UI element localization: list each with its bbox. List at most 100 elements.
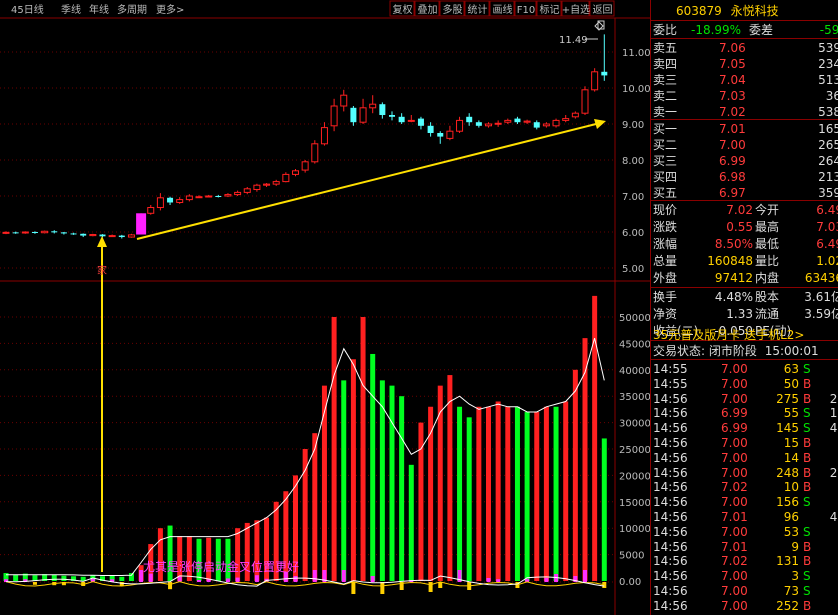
tick-row[interactable]: 14:567.0014B3 (651, 450, 838, 466)
ask-row[interactable]: 卖五 7.06 539 (651, 40, 838, 56)
volume-bar (495, 401, 501, 581)
candle (407, 115, 415, 123)
tick-row[interactable]: 14:567.0015B3 (651, 435, 838, 451)
toolbar-item[interactable]: 年线 (89, 3, 109, 16)
tick-time: 14:56 (653, 421, 688, 436)
bid-price: 7.01 (719, 122, 746, 136)
trend-arrow-line (136, 122, 601, 240)
ask-price: 7.02 (719, 105, 746, 119)
quote-value: 6.49 (816, 237, 838, 251)
tick-row[interactable]: 14:56 7.00 275 B 27 (651, 391, 838, 407)
candle (253, 183, 261, 192)
volume-bar (360, 317, 366, 581)
toolbar-button[interactable]: 返回 (593, 4, 613, 16)
candle-body (253, 184, 261, 191)
candle-body (514, 118, 521, 123)
bid-volume: 165 (818, 122, 838, 136)
quote-row: 涨跌 0.55最高 7.03 (651, 219, 838, 235)
tick-time: 14:56 (653, 539, 688, 554)
tick-row[interactable]: 14:557.0050B1 (651, 376, 838, 392)
osc-bar (341, 570, 346, 582)
bid-row[interactable]: 买一 7.01 165 (651, 121, 838, 137)
tick-row[interactable]: 14:567.00156S8 (651, 494, 838, 510)
tick-row[interactable]: 14:557.0063S9 (651, 361, 838, 377)
tick-time: 14:56 (653, 391, 688, 406)
toolbar-button[interactable]: +自选 (562, 3, 590, 16)
promo-link[interactable]: 35元普及版月卡 送手机L2> (653, 327, 804, 343)
bid-row[interactable]: 买二 7.00 265 (651, 137, 838, 153)
tick-side: B (803, 450, 812, 465)
osc-bar (168, 582, 173, 590)
bid-label: 买五 (653, 186, 678, 200)
toolbar-button[interactable]: F10 (517, 5, 535, 16)
tick-volume: 252 (776, 598, 799, 613)
toolbar-button[interactable]: 画线 (493, 3, 513, 16)
tick-side: S (803, 569, 811, 584)
chart-toolbar: 45日线 季线 年线 多周期 更多> 复权 叠加 多股 统计 画线 F10 标记 +自选 返回 (0, 0, 650, 18)
candle (437, 131, 444, 144)
volume-bar (476, 406, 482, 581)
tick-volume: 50 (783, 376, 799, 391)
toolbar-button[interactable]: 复权 (393, 3, 413, 16)
tick-time: 14:56 (653, 495, 688, 510)
price-tick-label: 10.00 (622, 84, 650, 95)
toolbar-button[interactable]: 统计 (468, 3, 488, 16)
osc-bar (544, 578, 549, 582)
tick-side: B (803, 391, 812, 406)
toolbar-button[interactable]: 叠加 (418, 4, 438, 16)
tick-row[interactable]: 14:567.0073S6 (651, 583, 838, 599)
volume-bar (302, 449, 308, 581)
ask-row[interactable]: 卖二 7.03 36 (651, 88, 838, 104)
high-price-label: 11.49 (559, 35, 588, 46)
candle (542, 122, 550, 128)
toolbar-item[interactable]: 更多> (156, 3, 184, 16)
quote-label: 今开 (755, 203, 780, 217)
quote-label: 涨幅 (653, 237, 678, 251)
toolbar-item[interactable]: 季线 (61, 3, 81, 16)
tick-row[interactable]: 14:567.00252B6 (651, 598, 838, 614)
tick-row[interactable]: 14:567.02131B6 (651, 553, 838, 569)
tick-row[interactable]: 14:56 7.00 248 B 29 (651, 465, 838, 481)
tick-row[interactable]: 14:567.003S1 (651, 568, 838, 584)
volume-bar (321, 385, 327, 581)
price-tick-label: 9.00 (622, 120, 644, 131)
candle-body (41, 230, 49, 234)
bid-row[interactable]: 买四 6.98 213 (651, 169, 838, 185)
ask-row[interactable]: 卖三 7.04 513 (651, 72, 838, 88)
quote-row: 现价 7.02今开 6.49 (651, 202, 838, 218)
ask-label: 卖四 (653, 57, 678, 71)
volume-bar (186, 536, 192, 581)
bid-row[interactable]: 买三 6.99 264 (651, 153, 838, 169)
tick-row[interactable]: 14:567.0210B2 (651, 479, 838, 495)
toolbar-item[interactable]: 45日线 (11, 3, 44, 16)
osc-bar (293, 576, 298, 582)
tick-row[interactable]: 14:567.0053S8 (651, 524, 838, 540)
osc-bar (438, 582, 443, 588)
candle (446, 125, 454, 141)
osc-bar (583, 570, 587, 582)
tick-row[interactable]: 14:56 6.99 145 S 49 (651, 420, 838, 436)
bid-row[interactable]: 买五 6.97 359 (651, 185, 838, 201)
tick-count: 29 (829, 465, 838, 480)
candle (176, 197, 184, 204)
quote-value: 0.55 (726, 220, 753, 234)
kline-chart[interactable]: 45日线 季线 年线 多周期 更多> 复权 叠加 多股 统计 画线 F10 标记 +自选 返回 11.00… (0, 0, 650, 615)
quote-label: 现价 (653, 203, 678, 217)
ask-row[interactable]: 卖四 7.05 234 (651, 56, 838, 72)
toolbar-button[interactable]: 标记 (540, 4, 560, 16)
price-tick-label: 8.00 (622, 156, 644, 167)
toolbar-item[interactable]: 多周期 (117, 3, 147, 16)
candle-body (552, 119, 560, 127)
tick-row[interactable]: 14:567.019B1 (651, 539, 838, 555)
commission-ratio: -18.99% (691, 23, 742, 37)
candle (21, 231, 29, 234)
ask-row[interactable]: 卖一 7.02 538 (651, 104, 838, 120)
quote-label: 内盘 (755, 271, 780, 285)
toolbar-button[interactable]: 多股 (443, 3, 463, 16)
tick-row[interactable]: 14:56 7.01 96 49 (651, 509, 838, 525)
candle (282, 172, 290, 183)
osc-bar (254, 575, 259, 582)
tick-volume: 73 (783, 584, 799, 598)
tick-row[interactable]: 14:56 6.99 55 S 10 (651, 405, 838, 421)
osc-bar (225, 578, 230, 582)
